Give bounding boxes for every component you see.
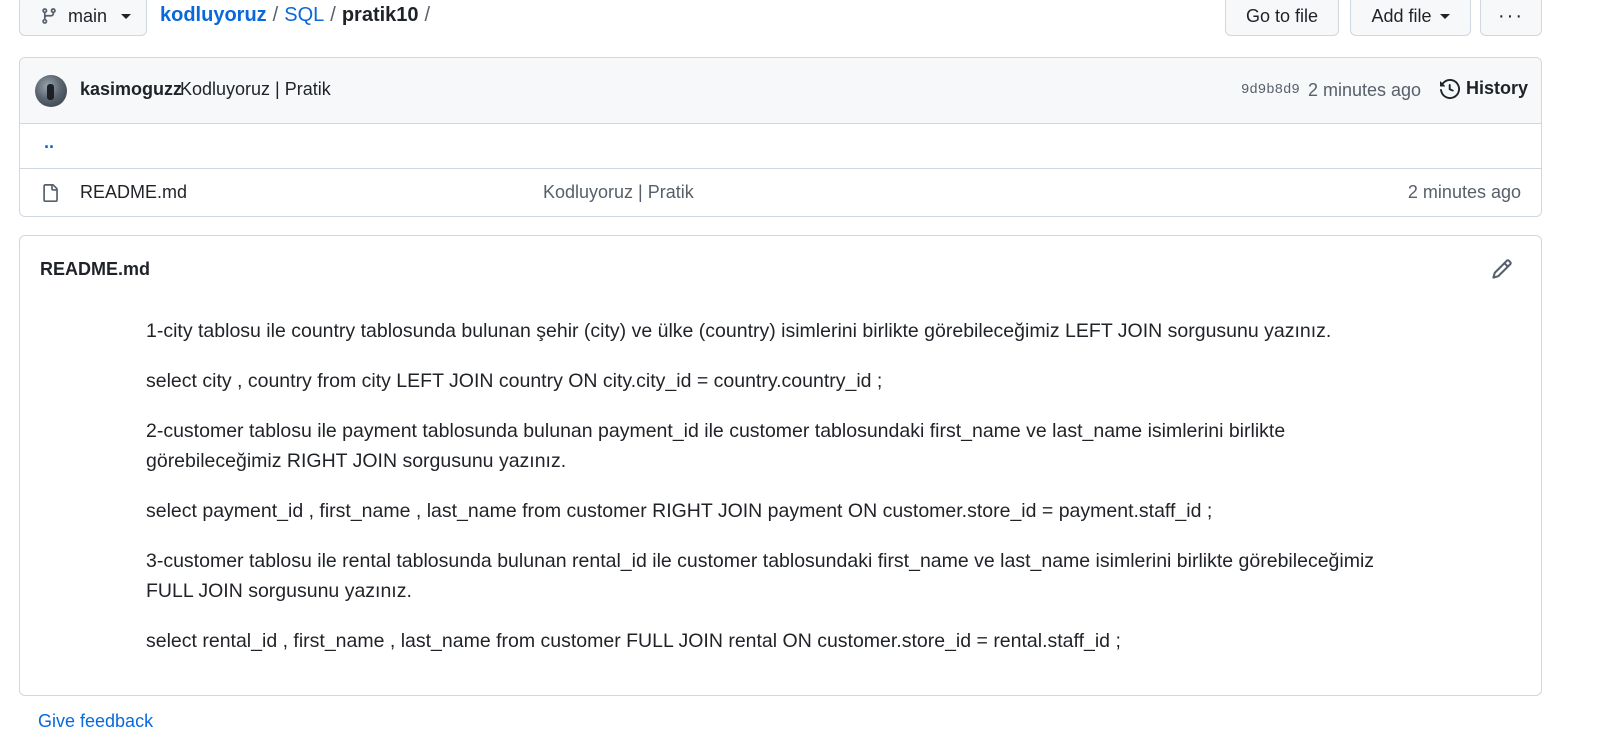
readme-title-link[interactable]: README.md bbox=[40, 259, 150, 280]
readme-paragraph: select payment_id , first_name , last_na… bbox=[146, 500, 1213, 522]
file-row[interactable]: README.md Kodluyoruz | Pratik 2 minutes … bbox=[20, 169, 1541, 216]
branch-selector-button[interactable]: main bbox=[19, 0, 147, 36]
history-icon bbox=[1440, 78, 1460, 99]
commit-sha-link[interactable]: 9d9b8d9 bbox=[1241, 82, 1300, 98]
commit-author-link[interactable]: kasimoguzz bbox=[80, 79, 182, 100]
breadcrumb: kodluyoruz / SQL / pratik10 / bbox=[160, 4, 430, 27]
breadcrumb-current: pratik10 bbox=[341, 4, 419, 26]
readme-paragraph: 3-customer tablosu ile rental tablosunda… bbox=[146, 550, 1375, 602]
history-button[interactable]: History bbox=[1440, 78, 1528, 99]
git-branch-icon bbox=[40, 7, 58, 25]
file-commit-message-link[interactable]: Kodluyoruz | Pratik bbox=[543, 182, 694, 203]
readme-paragraph: select city , country from city LEFT JOI… bbox=[146, 370, 883, 392]
parent-directory-row[interactable]: .. bbox=[20, 124, 1541, 169]
branch-name: main bbox=[68, 5, 108, 26]
file-commit-time: 2 minutes ago bbox=[1407, 182, 1521, 202]
breadcrumb-folder-link[interactable]: SQL bbox=[284, 4, 324, 27]
readme-content: 1-city tablosu ile country tablosunda bu… bbox=[146, 316, 1426, 676]
breadcrumb-repo-link[interactable]: kodluyoruz bbox=[160, 4, 267, 27]
parent-directory-link[interactable]: .. bbox=[44, 132, 54, 153]
file-name-link[interactable]: README.md bbox=[80, 182, 187, 203]
kebab-icon: ··· bbox=[1498, 4, 1524, 27]
more-options-button[interactable]: ··· bbox=[1480, 0, 1542, 36]
file-list: kasimoguzz Kodluyoruz | Pratik 9d9b8d9 2… bbox=[19, 57, 1542, 217]
breadcrumb-separator: / bbox=[272, 4, 279, 26]
add-file-button[interactable]: Add file bbox=[1350, 0, 1471, 36]
repo-toolbar: main kodluyoruz / SQL / pratik10 / Go to… bbox=[0, 0, 1602, 40]
go-to-file-button[interactable]: Go to file bbox=[1225, 0, 1339, 36]
latest-commit-bar: kasimoguzz Kodluyoruz | Pratik 9d9b8d9 2… bbox=[20, 58, 1541, 124]
readme-paragraph: 2-customer tablosu ile payment tablosund… bbox=[146, 420, 1286, 472]
add-file-label: Add file bbox=[1371, 5, 1432, 26]
give-feedback-link[interactable]: Give feedback bbox=[38, 711, 153, 732]
breadcrumb-separator: / bbox=[424, 4, 431, 26]
commit-time: 2 minutes ago bbox=[1308, 80, 1422, 100]
readme-header: README.md bbox=[20, 236, 1541, 303]
avatar[interactable] bbox=[35, 75, 67, 107]
chevron-down-icon bbox=[1439, 13, 1450, 19]
file-icon bbox=[41, 183, 59, 203]
readme-panel: README.md 1-city tablosu ile country tab… bbox=[19, 235, 1542, 696]
go-to-file-label: Go to file bbox=[1245, 5, 1319, 26]
history-label: History bbox=[1466, 78, 1529, 98]
pencil-icon[interactable] bbox=[1491, 258, 1513, 280]
chevron-down-icon bbox=[121, 13, 132, 19]
readme-paragraph: 1-city tablosu ile country tablosunda bu… bbox=[146, 320, 1332, 342]
readme-paragraph: select rental_id , first_name , last_nam… bbox=[146, 630, 1121, 652]
breadcrumb-separator: / bbox=[330, 4, 336, 26]
commit-message-link[interactable]: Kodluyoruz | Pratik bbox=[180, 79, 331, 100]
